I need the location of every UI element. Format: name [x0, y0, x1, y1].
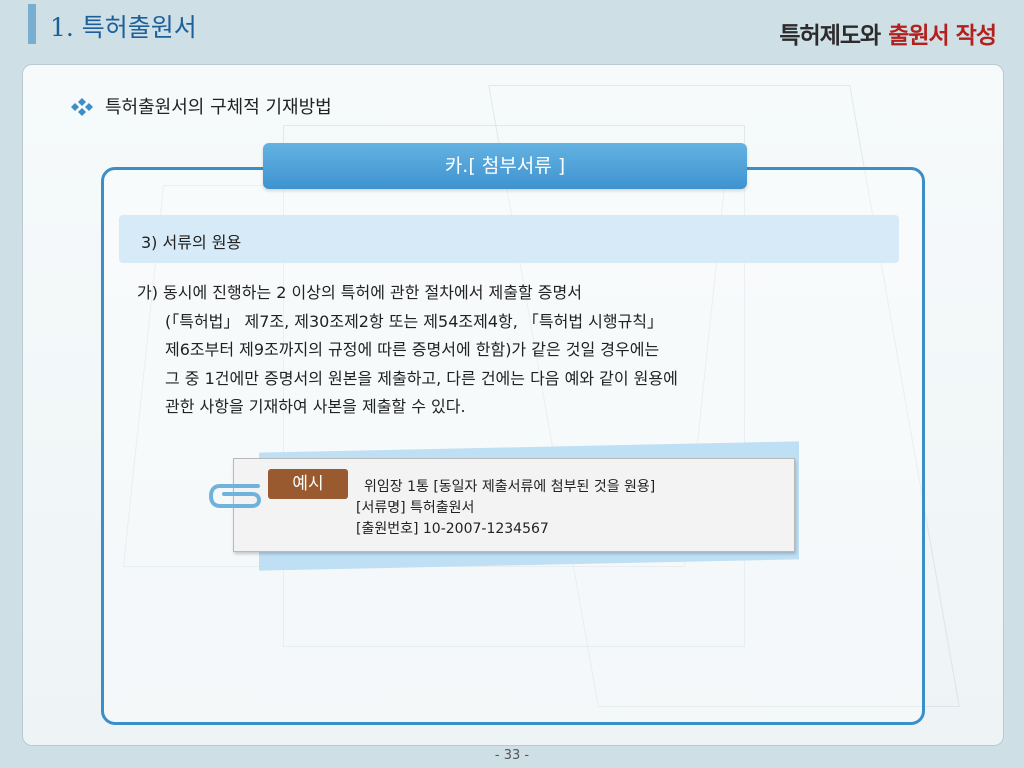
body-line: 제6조부터 제9조까지의 규정에 따른 증명서에 한함)가 같은 것일 경우에는 [165, 340, 660, 359]
slide-subtitle: 특허출원서의 구체적 기재방법 [105, 97, 332, 118]
section-bar: 3) 서류의 원용 [119, 215, 899, 263]
paperclip-icon [208, 484, 262, 508]
example-line: [출원번호] 10-2007-1234567 [356, 521, 549, 537]
category-tab: 카.[ 첨부서류 ] [263, 143, 747, 189]
body-paragraph: 가) 동시에 진행하는 2 이상의 특허에 관한 절차에서 제출할 증명서 (「… [137, 279, 897, 422]
chapter-title-dark: 특허제도와 [779, 23, 881, 49]
body-line: (「특허법」 제7조, 제30조제2항 또는 제54조제4항, 「특허법 시행규… [165, 311, 664, 331]
section-title: 1. 특허출원서 [50, 13, 197, 42]
example-card: 예시 위임장 1통 [동일자 제출서류에 첨부된 것을 원용] [서류명] 특허… [208, 458, 795, 552]
body-line: 가) 동시에 진행하는 2 이상의 특허에 관한 절차에서 제출할 증명서 [137, 283, 582, 302]
section-label: 3) 서류의 원용 [141, 233, 242, 252]
body-line: 관한 사항을 기재하여 사본을 제출할 수 있다. [165, 397, 466, 416]
example-text: 위임장 1통 [동일자 제출서류에 첨부된 것을 원용] [서류명] 특허출원서… [356, 477, 655, 540]
header-accent-bar [28, 4, 36, 44]
page-number: - 33 - [494, 748, 530, 763]
chapter-title: 특허제도와 출원서 작성 [779, 16, 997, 50]
slide-header: 1. 특허출원서 특허제도와 출원서 작성 [0, 0, 1024, 60]
example-line: [서류명] 특허출원서 [356, 500, 475, 516]
example-line: 위임장 1통 [동일자 제출서류에 첨부된 것을 원용] [364, 479, 656, 495]
chapter-title-red: 출원서 작성 [888, 23, 997, 49]
content-panel: 특허출원서의 구체적 기재방법 카.[ 첨부서류 ] 3) 서류의 원용 가) … [22, 64, 1004, 746]
body-line: 그 중 1건에만 증명서의 원본을 제출하고, 다른 건에는 다음 예와 같이 … [165, 368, 678, 388]
diamond-bullet-icon [71, 98, 93, 116]
example-badge: 예시 [268, 469, 348, 499]
